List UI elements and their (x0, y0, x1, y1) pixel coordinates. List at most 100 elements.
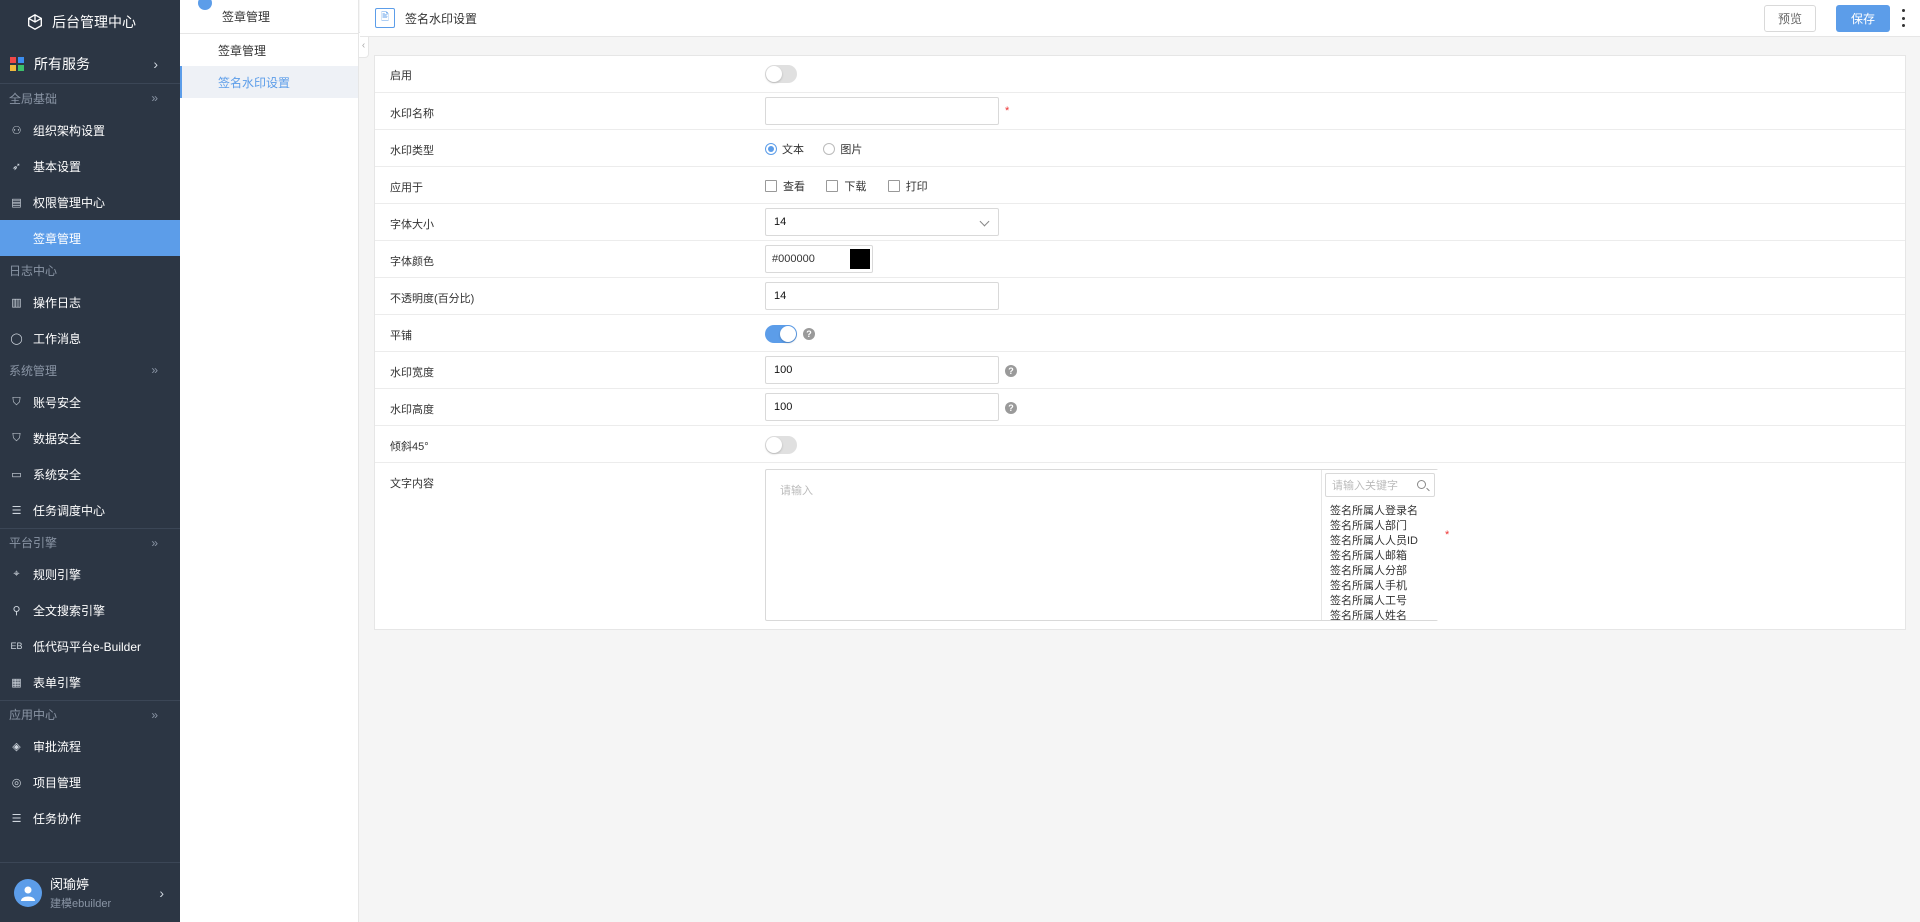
keyword-item[interactable]: 签名所属人部门 (1330, 519, 1418, 534)
form-row-height: 水印高度 ? (375, 389, 1905, 426)
keyword-item[interactable]: 签名所属人邮箱 (1330, 549, 1418, 564)
sidebar-item-approval[interactable]: ◈ 审批流程 (0, 728, 180, 764)
form-row-enable: 启用 (375, 56, 1905, 93)
brand[interactable]: 后台管理中心 (0, 0, 180, 44)
required-mark: * (1445, 529, 1450, 541)
subnav-item-seal-manage[interactable]: 签章管理 (180, 34, 358, 66)
group-title-apps[interactable]: 应用中心 » (0, 700, 180, 728)
radio-checked-icon (765, 143, 777, 155)
save-button[interactable]: 保存 (1836, 5, 1890, 32)
checkbox-icon (765, 180, 777, 192)
sidebar-item-basic[interactable]: ➶ 基本设置 (0, 148, 180, 184)
form-row-name: 水印名称 * (375, 93, 1905, 130)
subnav-item-watermark[interactable]: 签名水印设置 (180, 66, 358, 98)
sidebar-item-task[interactable]: ☰ 任务协作 (0, 800, 180, 836)
all-services-button[interactable]: 所有服务 › (0, 44, 180, 84)
page-title: 签名水印设置 (405, 11, 478, 26)
preview-button[interactable]: 预览 (1764, 5, 1816, 32)
form-row-apply: 应用于 查看 下载 打印 (375, 167, 1905, 204)
sidebar-item-search-engine[interactable]: ⚲ 全文搜索引擎 (0, 592, 180, 628)
project-icon: ◎ (11, 776, 22, 789)
sidebar: 后台管理中心 所有服务 › 全局基础 » ⚇ 组织架构设置 ➶ 基本设置 ▤ 权限管理… (0, 0, 180, 922)
watermark-name-input[interactable] (765, 97, 999, 125)
eb-icon: EB (10, 641, 23, 651)
keyword-item[interactable]: 签名所属人登录名 (1330, 504, 1418, 519)
sidebar-item-system-security[interactable]: ▭ 系统安全 (0, 456, 180, 492)
sidebar-item-form-engine[interactable]: ▦ 表单引擎 (0, 664, 180, 700)
chevron-right-icon: › (159, 884, 164, 901)
user-profile[interactable]: 闵瑜婷 建模ebuilder › (0, 862, 180, 922)
sidebar-item-messages[interactable]: ◯ 工作消息 (0, 320, 180, 356)
sidebar-item-permission[interactable]: ▤ 权限管理中心 (0, 184, 180, 220)
shield-icon: ⛉ (12, 395, 21, 408)
group-title-engine[interactable]: 平台引擎 » (0, 528, 180, 556)
sidebar-item-oplog[interactable]: ▥ 操作日志 (0, 284, 180, 320)
cube-logo-icon (28, 14, 42, 30)
keyword-item[interactable]: 签名所属人手机 (1330, 579, 1418, 594)
sidebar-item-data-security[interactable]: ⛉ 数据安全 (0, 420, 180, 456)
monitor-icon: ▭ (11, 468, 22, 481)
width-input[interactable] (765, 356, 999, 384)
double-chevron-icon: » (151, 91, 158, 105)
sidebar-item-rule-engine[interactable]: ⌖ 规则引擎 (0, 556, 180, 592)
sidebar-item-project[interactable]: ◎ 项目管理 (0, 764, 180, 800)
rocket-icon: ➶ (11, 160, 22, 173)
sidebar-item-ebuilder[interactable]: EB 低代码平台e-Builder (0, 628, 180, 664)
type-radio-group: 文本 图片 (765, 141, 878, 158)
more-vertical-icon[interactable] (1902, 9, 1906, 27)
tilt-toggle[interactable] (765, 436, 797, 454)
help-icon[interactable]: ? (803, 328, 815, 340)
enable-label: 启用 (390, 70, 412, 82)
apply-checkbox-print[interactable]: 打印 (887, 178, 928, 194)
form-row-tile: 平铺 ? (375, 315, 1905, 352)
help-icon[interactable]: ? (1005, 402, 1017, 414)
sidebar-item-scheduler[interactable]: ☰ 任务调度中心 (0, 492, 180, 528)
form-icon: ▦ (11, 676, 22, 689)
avatar (14, 878, 42, 907)
form-row-type: 水印类型 文本 图片 (375, 130, 1905, 167)
height-input[interactable] (765, 393, 999, 421)
secondary-nav: 签章管理 签章管理 签名水印设置 (180, 0, 359, 922)
tile-toggle[interactable] (765, 325, 797, 343)
double-chevron-icon: » (151, 707, 158, 722)
org-tree-icon: ⚇ (11, 124, 22, 137)
sidebar-item-seal[interactable]: 签章管理 (0, 220, 180, 256)
apply-checkbox-view[interactable]: 查看 (765, 178, 805, 194)
keyword-search-input[interactable]: 请输入关键字 (1325, 473, 1435, 497)
keyword-item[interactable]: 签名所属人人员ID (1330, 534, 1418, 549)
user-icon (21, 886, 35, 901)
form-panel: 启用 水印名称 * 水印类型 文本 图片 应用于 查看 下载 打印 字体大小 1… (374, 55, 1906, 630)
width-label: 水印宽度 (390, 367, 434, 379)
sidebar-item-org[interactable]: ⚇ 组织架构设置 (0, 112, 180, 148)
font-color-picker[interactable]: #000000 (765, 245, 873, 273)
list-icon: ☰ (11, 504, 22, 517)
task-list-icon: ☰ (11, 812, 22, 825)
required-mark: * (1005, 105, 1010, 117)
opacity-input[interactable] (765, 282, 999, 310)
text-content-textarea[interactable]: 请输入 请输入关键字 签名所属人登录名 签名所属人部门 签名所属人人员ID 签名… (765, 469, 1438, 621)
layers-icon: ◈ (12, 740, 21, 753)
log-icon: ▥ (11, 296, 22, 309)
form-row-tilt: 倾斜45° (375, 426, 1905, 463)
group-title-global[interactable]: 全局基础 » (0, 84, 180, 112)
all-services-label: 所有服务 (34, 55, 90, 72)
shield-check-icon: ⛉ (12, 431, 21, 444)
chevron-right-icon: › (153, 55, 158, 72)
apply-label: 应用于 (390, 182, 423, 194)
tile-label: 平铺 (390, 330, 412, 342)
type-radio-text[interactable]: 文本 (765, 141, 804, 157)
keyword-item[interactable]: 签名所属人工号 (1330, 594, 1418, 609)
group-title-system[interactable]: 系统管理 » (0, 356, 180, 384)
help-icon[interactable]: ? (1005, 365, 1017, 377)
apply-checkbox-download[interactable]: 下载 (826, 178, 866, 194)
brand-title: 后台管理中心 (52, 14, 136, 30)
keyword-item[interactable]: 签名所属人分部 (1330, 564, 1418, 579)
keyword-item[interactable]: 签名所属人姓名 (1330, 609, 1418, 620)
group-title-log[interactable]: 日志中心 (0, 256, 180, 284)
enable-toggle[interactable] (765, 65, 797, 83)
font-size-select[interactable]: 14 (765, 208, 999, 236)
sidebar-item-account-security[interactable]: ⛉ 账号安全 (0, 384, 180, 420)
color-swatch[interactable] (850, 249, 870, 269)
type-radio-image[interactable]: 图片 (823, 141, 862, 157)
user-name: 闵瑜婷 (50, 877, 90, 892)
